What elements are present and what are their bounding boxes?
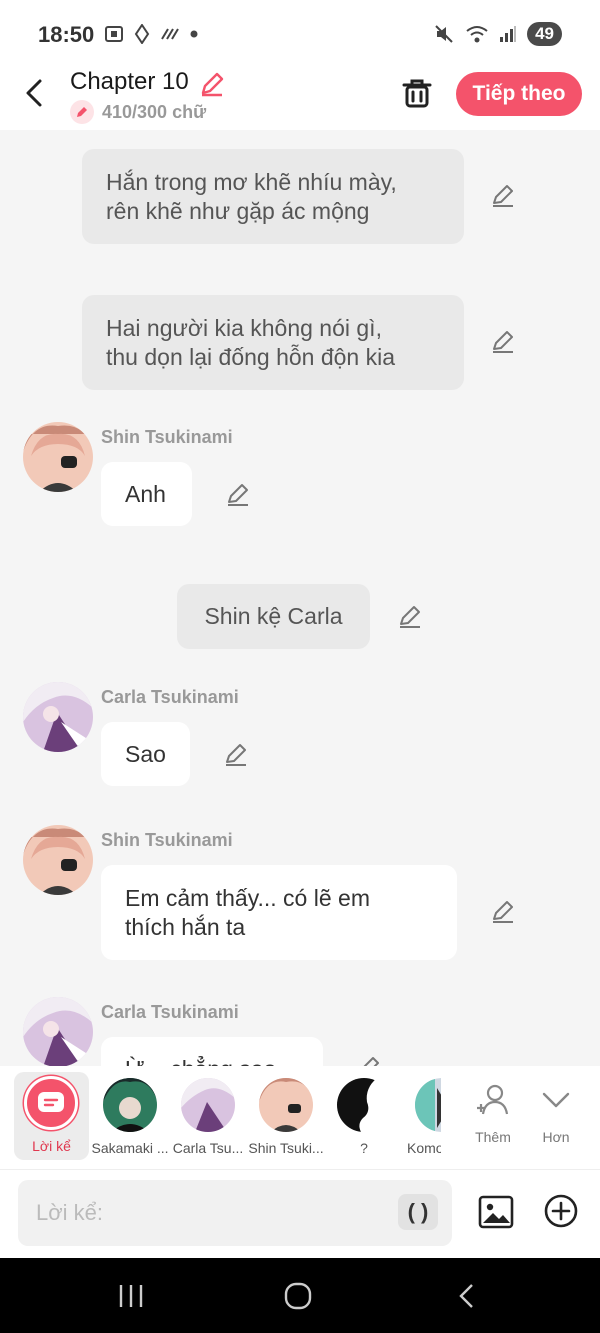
input-placeholder: Lời kể: bbox=[36, 1200, 104, 1225]
system-nav-bar bbox=[0, 1258, 600, 1333]
edit-message-icon[interactable] bbox=[490, 183, 516, 209]
message-text: thu dọn lại đống hỗn độn kia bbox=[106, 343, 396, 370]
character-option[interactable]: Komo bbox=[403, 1074, 441, 1156]
status-time: 18:50 bbox=[38, 22, 95, 47]
parentheses-button[interactable]: ( ) bbox=[398, 1194, 438, 1230]
edit-message-icon[interactable] bbox=[223, 742, 249, 768]
dot-icon bbox=[190, 30, 198, 38]
cell-signal-icon bbox=[500, 26, 517, 42]
character-avatar bbox=[337, 1078, 391, 1132]
add-icon[interactable] bbox=[544, 1194, 578, 1228]
character-name: Sakamaki ... bbox=[91, 1140, 169, 1156]
narration-bubble[interactable]: Hai người kia không nói gì, thu dọn lại … bbox=[82, 295, 464, 390]
screenshot-icon bbox=[105, 26, 123, 42]
narrator-selector[interactable]: Lời kể bbox=[14, 1072, 89, 1160]
character-name: Shin Tsuki... bbox=[248, 1140, 324, 1156]
pencil-icon bbox=[70, 100, 94, 124]
character-selector: Lời kể Sakamaki ... Carla Tsu... Shin Ts… bbox=[0, 1066, 600, 1170]
header: Chapter 10 410/300 chữ Tiếp theo bbox=[0, 64, 600, 130]
back-button[interactable] bbox=[22, 78, 46, 108]
input-bar: Lời kể: ( ) bbox=[0, 1170, 600, 1258]
edit-message-icon[interactable] bbox=[490, 329, 516, 355]
battery-indicator: 49 bbox=[527, 22, 562, 46]
vpn-icon bbox=[134, 24, 150, 44]
recent-apps-icon[interactable] bbox=[118, 1282, 144, 1310]
speaker-name: Carla Tsukinami bbox=[101, 1002, 239, 1022]
message-text: Shin kệ Carla bbox=[204, 603, 343, 629]
status-left-icons bbox=[104, 24, 198, 44]
character-bubble[interactable]: Em cảm thấy... có lẽ em thích hắn ta bbox=[101, 865, 457, 960]
message-text: Em cảm thấy... có lẽ em bbox=[125, 884, 370, 911]
character-option[interactable]: ? bbox=[325, 1074, 403, 1156]
chat-area[interactable]: Hắn trong mơ khẽ nhíu mày, rên khẽ như g… bbox=[0, 130, 600, 1066]
chapter-title: Chapter 10 bbox=[70, 68, 189, 95]
avatar-shin[interactable] bbox=[23, 422, 93, 492]
message-text: Ừ... chẳng sao bbox=[125, 1055, 276, 1066]
message-text: Sao bbox=[125, 740, 166, 767]
character-bubble[interactable]: Sao bbox=[101, 722, 190, 786]
status-right-icons: 49 bbox=[433, 22, 562, 46]
image-icon[interactable] bbox=[478, 1194, 514, 1230]
message-input[interactable]: Lời kể: ( ) bbox=[18, 1180, 452, 1246]
character-avatar bbox=[103, 1078, 157, 1132]
edit-message-icon[interactable] bbox=[356, 1055, 382, 1066]
character-avatar bbox=[415, 1078, 441, 1132]
home-icon[interactable] bbox=[284, 1282, 312, 1310]
character-bubble[interactable]: Anh bbox=[101, 462, 192, 526]
character-name: Carla Tsu... bbox=[172, 1140, 244, 1156]
character-avatar bbox=[181, 1078, 235, 1132]
speaker-name: Carla Tsukinami bbox=[101, 687, 239, 707]
character-option[interactable]: Sakamaki ... bbox=[91, 1074, 169, 1156]
edit-message-icon[interactable] bbox=[397, 604, 423, 630]
wifi-icon bbox=[466, 26, 488, 43]
word-count: 410/300 chữ bbox=[102, 101, 207, 122]
mute-icon bbox=[435, 25, 453, 43]
back-nav-icon[interactable] bbox=[456, 1282, 476, 1310]
add-user-icon bbox=[477, 1084, 509, 1115]
message-text: Anh bbox=[125, 480, 166, 507]
avatar-carla[interactable] bbox=[23, 682, 93, 752]
more-label: Hơn bbox=[542, 1129, 570, 1145]
edit-message-icon[interactable] bbox=[490, 899, 516, 925]
message-text: rên khẽ như gặp ác mộng bbox=[106, 197, 370, 224]
narrator-icon bbox=[24, 1076, 78, 1130]
narration-bubble[interactable]: Shin kệ Carla bbox=[177, 584, 370, 649]
edit-message-icon[interactable] bbox=[225, 482, 251, 508]
more-button[interactable]: Hơn bbox=[526, 1080, 586, 1145]
narrator-label: Lời kể bbox=[32, 1138, 71, 1154]
message-text: thích hắn ta bbox=[125, 913, 246, 940]
chevron-down-icon bbox=[542, 1092, 570, 1108]
narration-bubble[interactable]: Hắn trong mơ khẽ nhíu mày, rên khẽ như g… bbox=[82, 149, 464, 244]
character-name: ? bbox=[360, 1140, 368, 1156]
avatar-shin[interactable] bbox=[23, 825, 93, 895]
message-text: Hắn trong mơ khẽ nhíu mày, bbox=[106, 168, 397, 195]
character-option[interactable]: Shin Tsuki... bbox=[247, 1074, 325, 1156]
word-count-row: 410/300 chữ bbox=[70, 100, 206, 124]
edit-title-icon[interactable] bbox=[198, 70, 226, 98]
character-name: Komo bbox=[407, 1140, 441, 1156]
add-character-label: Thêm bbox=[475, 1129, 511, 1145]
message-text: Hai người kia không nói gì, bbox=[106, 314, 382, 341]
character-bubble[interactable]: Ừ... chẳng sao bbox=[101, 1037, 323, 1066]
speaker-name: Shin Tsukinami bbox=[101, 427, 233, 447]
status-bar: 18:50 49 bbox=[0, 0, 600, 64]
trash-icon[interactable] bbox=[400, 76, 434, 110]
signal-lines-icon bbox=[161, 28, 179, 40]
character-avatar bbox=[259, 1078, 313, 1132]
add-character-button[interactable]: Thêm bbox=[463, 1080, 523, 1145]
next-button[interactable]: Tiếp theo bbox=[456, 72, 582, 116]
avatar-carla[interactable] bbox=[23, 997, 93, 1066]
character-option[interactable]: Carla Tsu... bbox=[169, 1074, 247, 1156]
speaker-name: Shin Tsukinami bbox=[101, 830, 233, 850]
